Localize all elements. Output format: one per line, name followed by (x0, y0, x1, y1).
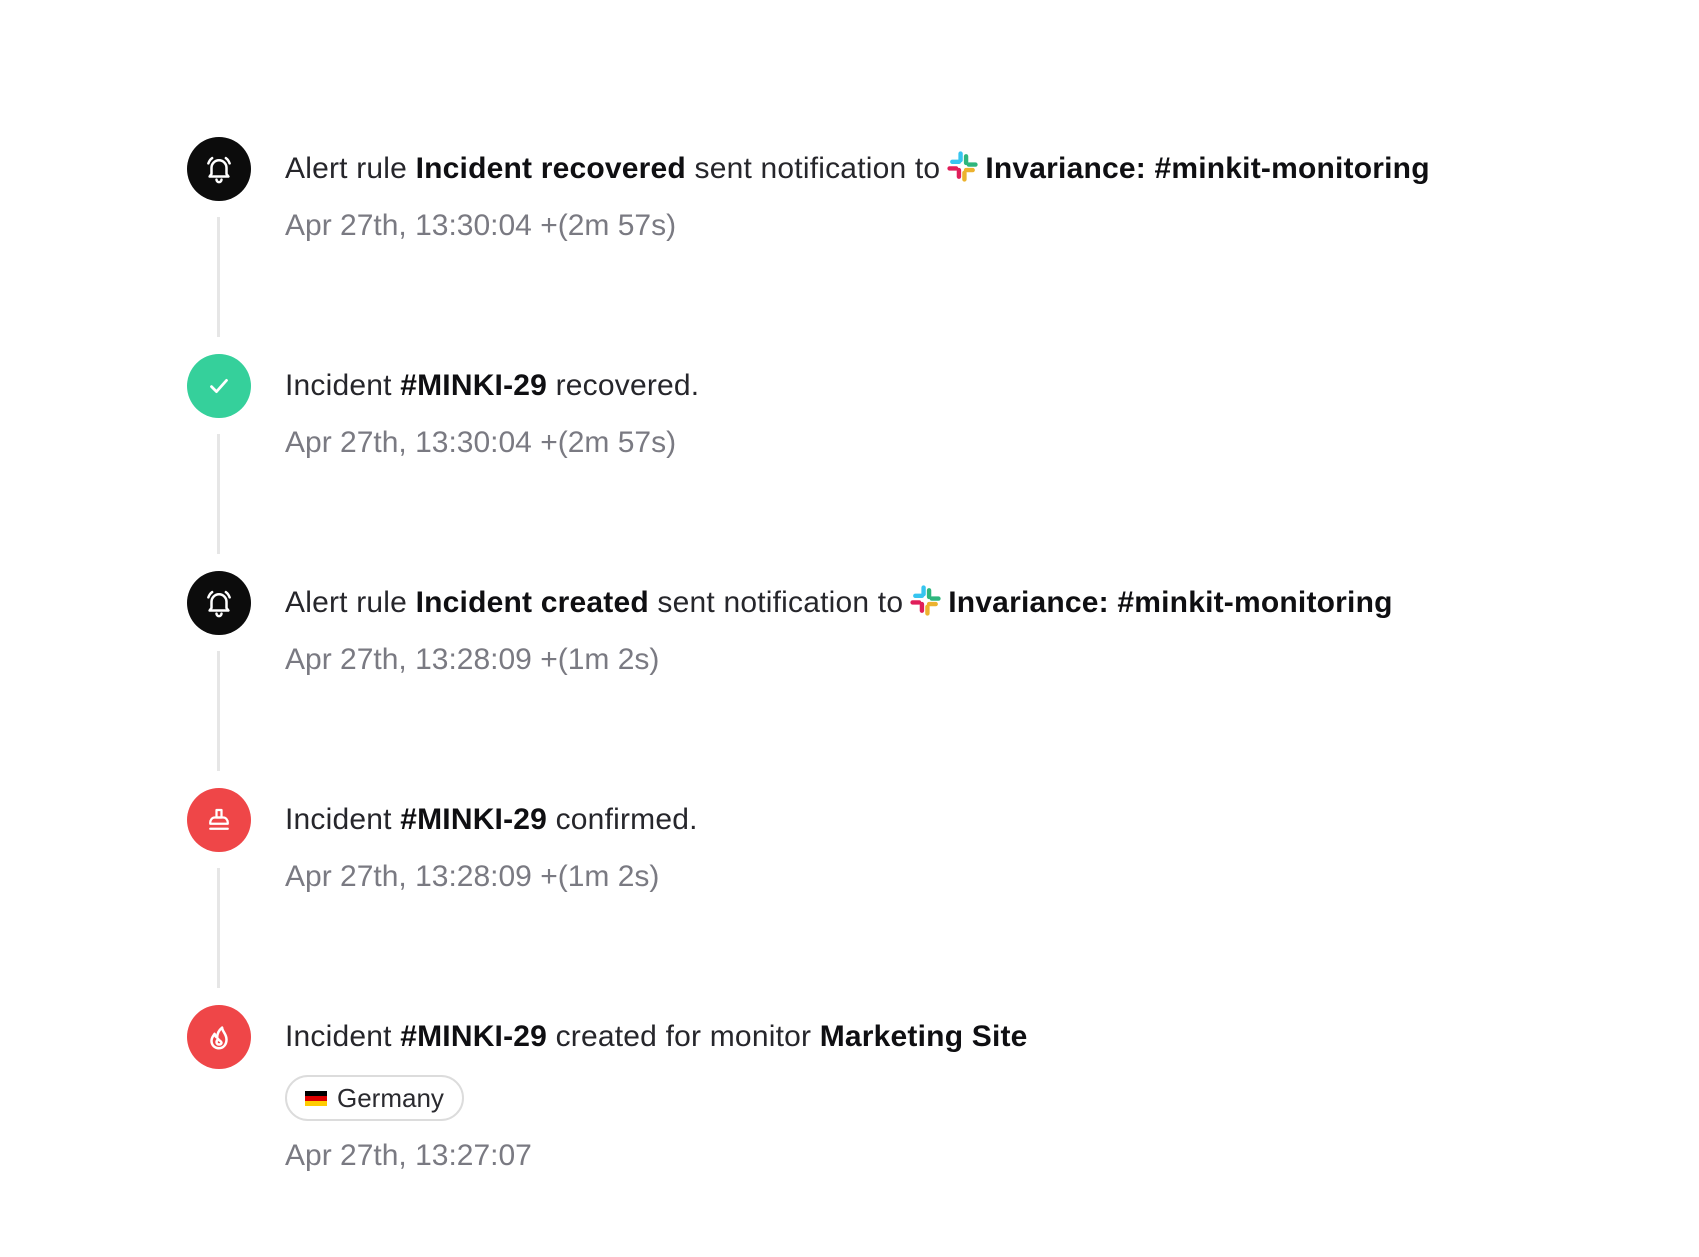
slack-icon (910, 585, 941, 616)
event-title: Incident #MINKI-29 created for monitor M… (285, 1020, 1028, 1053)
event-timestamp: Apr 27th, 13:30:04 +(2m 57s) (285, 209, 677, 242)
incident-id-link[interactable]: #MINKI-29 (400, 803, 547, 836)
event-timestamp: Apr 27th, 13:28:09 +(1m 2s) (285, 860, 660, 893)
check-icon (187, 354, 251, 418)
germany-flag-icon (305, 1090, 327, 1106)
incident-timeline: Alert rule Incident recovered sent notif… (0, 0, 1699, 1257)
timeline-connector (217, 868, 220, 988)
event-timestamp: Apr 27th, 13:28:09 +(1m 2s) (285, 643, 660, 676)
event-title: Alert rule Incident created sent notific… (285, 585, 1393, 619)
incident-id-link[interactable]: #MINKI-29 (400, 1020, 547, 1053)
timeline-connector (217, 217, 220, 337)
alert-rule-name: Incident recovered (415, 152, 686, 185)
bell-icon (187, 137, 251, 201)
event-title: Incident #MINKI-29 recovered. (285, 369, 700, 402)
incident-id-link[interactable]: #MINKI-29 (400, 369, 547, 402)
monitor-name-link[interactable]: Marketing Site (820, 1020, 1028, 1053)
region-chip: Germany (285, 1075, 464, 1121)
stamp-icon (187, 788, 251, 852)
flame-icon (187, 1005, 251, 1069)
timeline-connector (217, 434, 220, 554)
bell-icon (187, 571, 251, 635)
region-label: Germany (337, 1082, 444, 1113)
alert-rule-name: Incident created (415, 586, 649, 619)
event-timestamp: Apr 27th, 13:27:07 (285, 1139, 532, 1172)
slack-icon (947, 151, 978, 182)
slack-channel-link[interactable]: Invariance: #minkit-monitoring (948, 586, 1392, 619)
event-timestamp: Apr 27th, 13:30:04 +(2m 57s) (285, 426, 677, 459)
event-title: Incident #MINKI-29 confirmed. (285, 803, 698, 836)
timeline-connector (217, 651, 220, 771)
slack-channel-link[interactable]: Invariance: #minkit-monitoring (985, 152, 1429, 185)
event-title: Alert rule Incident recovered sent notif… (285, 151, 1430, 185)
